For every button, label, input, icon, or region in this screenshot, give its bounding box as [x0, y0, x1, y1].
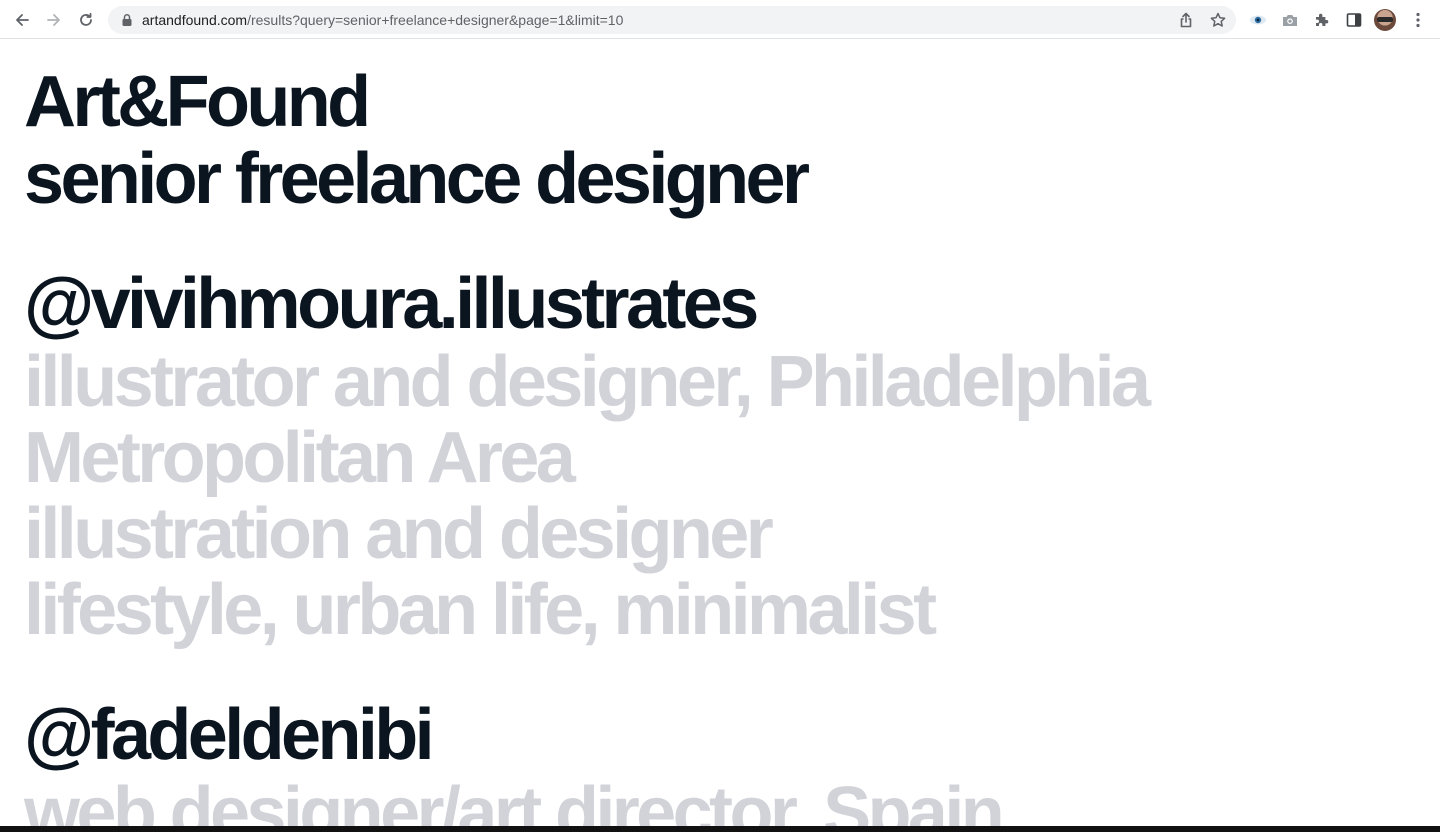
- back-arrow-icon[interactable]: [10, 8, 34, 32]
- camera-extension-icon[interactable]: [1278, 8, 1302, 32]
- avatar[interactable]: [1374, 9, 1396, 31]
- result-handle-link[interactable]: @fadeldenibi: [24, 697, 435, 773]
- browser-toolbar: artandfound.com/results?query=senior+fre…: [0, 0, 1440, 39]
- result-description-line: web designer/art director, Spain: [24, 773, 1005, 832]
- brand-title[interactable]: Art&Found: [24, 64, 371, 140]
- result-description-line: illustration and designer: [24, 494, 774, 574]
- share-icon[interactable]: [1176, 10, 1196, 30]
- url-text[interactable]: artandfound.com/results?query=senior+fre…: [142, 6, 623, 34]
- forward-arrow-icon[interactable]: [42, 8, 66, 32]
- url-path: /results?query=senior+freelance+designer…: [247, 12, 624, 28]
- eye-extension-icon[interactable]: [1246, 8, 1270, 32]
- url-host: artandfound.com: [142, 12, 248, 28]
- reload-icon[interactable]: [74, 8, 98, 32]
- search-query-heading: senior freelance designer: [24, 139, 810, 219]
- lock-icon[interactable]: [120, 13, 134, 27]
- result-description-line: lifestyle, urban life, minimalist: [24, 570, 937, 650]
- result-handle-link[interactable]: @vivihmoura.illustrates: [24, 266, 759, 342]
- side-panel-icon[interactable]: [1342, 8, 1366, 32]
- kebab-menu-icon[interactable]: [1406, 8, 1430, 32]
- address-bar[interactable]: artandfound.com/results?query=senior+fre…: [108, 6, 1236, 34]
- puzzle-icon[interactable]: [1310, 8, 1334, 32]
- page-content: Art&Found senior freelance designer @viv…: [0, 40, 1440, 832]
- result-description-line: Metropolitan Area: [24, 418, 576, 498]
- star-icon[interactable]: [1208, 10, 1228, 30]
- result-description-line: illustrator and designer, Philadelphia: [24, 342, 1151, 422]
- window-bottom-edge: [0, 826, 1440, 832]
